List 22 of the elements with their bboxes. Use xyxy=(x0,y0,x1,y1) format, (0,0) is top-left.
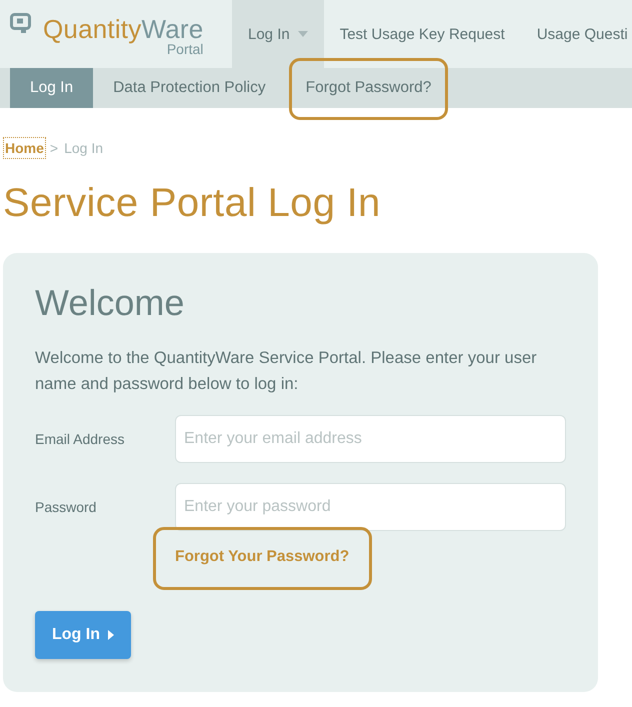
card-title: Welcome xyxy=(35,281,186,325)
caret-right-icon xyxy=(108,630,114,640)
password-field[interactable]: Enter your password xyxy=(175,483,566,531)
email-label: Email Address xyxy=(35,431,126,447)
main-nav-tab[interactable]: Test Usage Key Request xyxy=(324,0,521,68)
email-field[interactable]: Enter your email address xyxy=(175,415,566,463)
breadcrumb-separator: > xyxy=(50,140,58,156)
logo-subtitle: Portal xyxy=(166,42,204,57)
breadcrumb-current: Log In xyxy=(63,139,104,158)
page-title: Service Portal Log In xyxy=(3,180,382,227)
intro-text: Welcome to the QuantityWare Service Portal. Please enter your user name and password below to log in: xyxy=(35,348,538,395)
logo-wordmark: QuantityWare xyxy=(43,15,204,43)
sub-nav-tab[interactable]: Forgot Password? xyxy=(286,68,452,108)
main-nav-tab[interactable]: Log In xyxy=(232,0,324,68)
logo-icon xyxy=(10,13,31,33)
sub-nav-tab[interactable]: Data Protection Policy xyxy=(93,68,286,108)
breadcrumb-link[interactable]: Home xyxy=(3,137,46,159)
main-nav-tab[interactable]: Usage Questi xyxy=(520,0,632,68)
password-label: Password xyxy=(35,499,98,515)
forgot-password-link[interactable]: Forgot Your Password? xyxy=(175,547,350,567)
sub-nav-tab[interactable]: Log In xyxy=(10,68,94,108)
login-button[interactable]: Log In xyxy=(35,611,131,659)
